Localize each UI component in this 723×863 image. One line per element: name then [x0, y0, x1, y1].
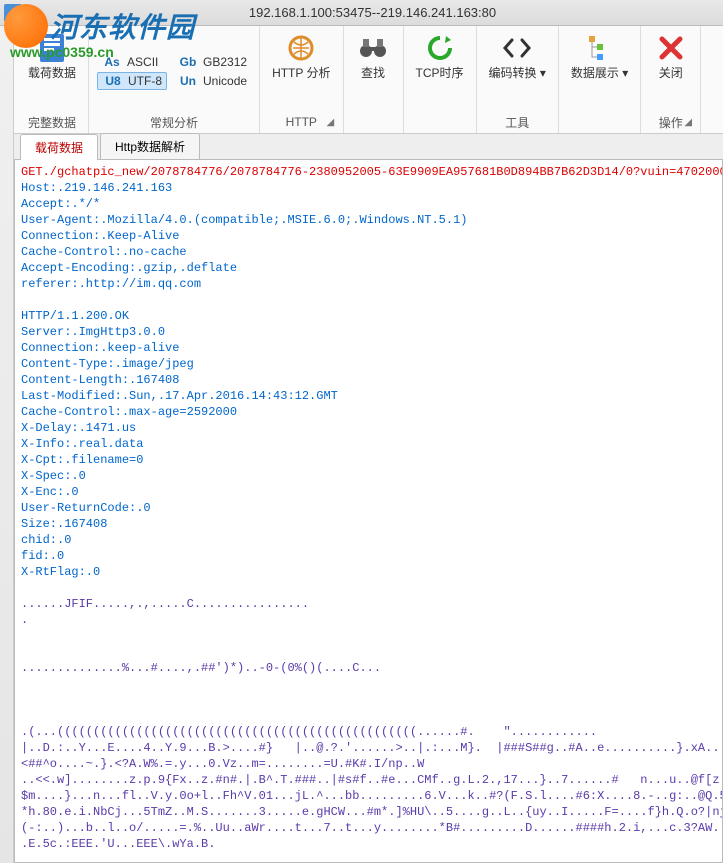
http-body-line: ..<<.w]........z.p.9{Fx..z.#n#.|.B^.T.##…: [21, 773, 723, 787]
http-button-label: HTTP 分析: [272, 66, 330, 80]
http-analyze-button[interactable]: HTTP 分析: [268, 30, 334, 82]
http-response-header: Content-Length:.167408: [21, 373, 179, 387]
group-full-data: 载荷数据 完整数据: [16, 26, 89, 133]
http-response-header: X-Info:.real.data: [21, 437, 143, 451]
http-body-line: .E.5c.:EEE.'U...EEE\.wYa.B.: [21, 837, 215, 851]
payload-data-button[interactable]: 载荷数据: [24, 30, 80, 82]
group-encoding: As ASCII Gb GB2312 U8 UTF-8 Un Unicode 常规分析: [89, 26, 260, 133]
encoding-gb2312-button[interactable]: Gb GB2312: [173, 54, 251, 70]
encoding-label: ASCII: [127, 55, 158, 69]
payload-icon: [36, 32, 68, 64]
codec-button-label: 编码转换: [489, 66, 537, 80]
titlebar: 192.168.1.100:53475--219.146.241.163:80: [0, 0, 723, 26]
http-request-line: GET./gchatpic_new/2078784776/2078784776-…: [21, 165, 723, 179]
http-response-header: X-Cpt:.filename=0: [21, 453, 143, 467]
close-button[interactable]: 关闭: [651, 30, 691, 82]
http-request-header: Connection:.Keep-Alive: [21, 229, 179, 243]
http-response-header: fid:.0: [21, 549, 64, 563]
http-response-header: Cache-Control:.max-age=2592000: [21, 405, 237, 419]
http-response-header: X-RtFlag:.0: [21, 565, 100, 579]
http-response-header: X-Enc:.0: [21, 485, 79, 499]
http-request-header: Cache-Control:.no-cache: [21, 245, 187, 259]
binoculars-icon: [357, 32, 389, 64]
http-response-header: X-Delay:.1471.us: [21, 421, 136, 435]
encoding-tag: Un: [177, 74, 199, 88]
ribbon: 载荷数据 完整数据 As ASCII Gb GB2312 U8 UTF-8 Un Unicod…: [14, 26, 723, 134]
encoding-tag: Gb: [177, 55, 199, 69]
close-icon: [655, 32, 687, 64]
http-response-header: User-ReturnCode:.0: [21, 501, 151, 515]
refresh-icon: [424, 32, 456, 64]
tcp-sequence-button[interactable]: TCP时序: [412, 30, 468, 82]
chevron-down-icon: ▾: [540, 66, 546, 80]
encoding-tag: As: [101, 55, 123, 69]
http-dialog-launcher[interactable]: ◢: [327, 117, 341, 131]
http-body-line: |..D.:..Y...E....4..Y.9...B.>....#} |..@…: [21, 741, 723, 755]
encoding-utf-8-button[interactable]: U8 UTF-8: [97, 72, 167, 90]
encoding-ascii-button[interactable]: As ASCII: [97, 54, 167, 70]
encoding-unicode-button[interactable]: Un Unicode: [173, 72, 251, 90]
code-convert-button[interactable]: 编码转换 ▾: [485, 30, 550, 82]
tabs-bar: 载荷数据Http数据解析: [14, 134, 723, 160]
tcp-button-label: TCP时序: [416, 66, 464, 80]
group-http: HTTP 分析 HTTP ◢: [260, 26, 343, 133]
payload-button-label: 载荷数据: [28, 66, 76, 80]
app-icon: [4, 4, 22, 22]
encoding-label: GB2312: [203, 55, 247, 69]
display-button-label: 数据展示: [571, 66, 619, 80]
http-response-header: Last-Modified:.Sun,.17.Apr.2016.14:43:12…: [21, 389, 338, 403]
encoding-label: Unicode: [203, 74, 247, 88]
left-ruler: [0, 26, 14, 863]
group-find: 查找: [344, 26, 404, 133]
group-codec: 编码转换 ▾ 工具: [477, 26, 559, 133]
http-response-header: Content-Type:.image/jpeg: [21, 357, 194, 371]
code-icon: [501, 32, 533, 64]
http-request-header: Accept-Encoding:.gzip,.deflate: [21, 261, 237, 275]
group-full-label: 完整数据: [28, 113, 76, 131]
tree-icon: [584, 32, 616, 64]
chevron-down-icon: ▾: [622, 66, 628, 80]
encoding-tag: U8: [102, 74, 124, 88]
group-http-label: HTTP: [286, 113, 317, 131]
data-display-button[interactable]: 数据展示 ▾: [567, 30, 632, 82]
http-body-line: ..............%...#....,.##')*)..-0-(0%(…: [21, 661, 381, 675]
http-response-header: Server:.ImgHttp3.0.0: [21, 325, 165, 339]
http-request-header: Accept:.*/*: [21, 197, 100, 211]
http-icon: [285, 32, 317, 64]
group-tools-label: 工具: [505, 113, 529, 131]
http-request-header: referer:.http://im.qq.com: [21, 277, 201, 291]
find-button-label: 查找: [361, 66, 385, 80]
content-pane[interactable]: GET./gchatpic_new/2078784776/2078784776-…: [14, 160, 723, 863]
encoding-label: UTF-8: [128, 74, 162, 88]
http-body-line: .: [21, 613, 28, 627]
http-request-header: User-Agent:.Mozilla/4.0.(compatible;.MSI…: [21, 213, 467, 227]
close-button-label: 关闭: [659, 66, 683, 80]
group-close: 关闭 操作 ◢: [641, 26, 701, 133]
http-response-header: X-Spec:.0: [21, 469, 86, 483]
http-body-line: (-:..)...b..l..o/.....=.%..Uu..aWr....t.…: [21, 821, 723, 835]
http-response-header: Size:.167408: [21, 517, 107, 531]
find-button[interactable]: 查找: [353, 30, 393, 82]
group-close-label: 操作: [659, 113, 683, 131]
http-body-line: *h.80.e.i.NbCj...5TmZ..M.S.......3.....e…: [21, 805, 723, 819]
tab-Http数据解析[interactable]: Http数据解析: [100, 133, 200, 159]
http-body-line: $m....}...n...fl..V.y.0o+l..Fh^V.01...jL…: [21, 789, 723, 803]
http-body-line: ......JFIF.....,.,.....C................: [21, 597, 309, 611]
http-response-header: chid:.0: [21, 533, 71, 547]
window-title: 192.168.1.100:53475--219.146.241.163:80: [22, 5, 723, 20]
group-encoding-label: 常规分析: [150, 113, 198, 131]
http-status-line: HTTP/1.1.200.OK: [21, 309, 129, 323]
http-request-header: Host:.219.146.241.163: [21, 181, 172, 195]
http-body-line: .(...(((((((((((((((((((((((((((((((((((…: [21, 725, 597, 739]
group-display: 数据展示 ▾: [559, 26, 641, 133]
tab-载荷数据[interactable]: 载荷数据: [20, 134, 98, 160]
http-response-header: Connection:.keep-alive: [21, 341, 179, 355]
close-dialog-launcher[interactable]: ◢: [684, 117, 698, 131]
http-body-line: <##^o....~.}.<?A.W%.=.y...0.Vz..m=......…: [21, 757, 424, 771]
group-tcp: TCP时序: [404, 26, 477, 133]
